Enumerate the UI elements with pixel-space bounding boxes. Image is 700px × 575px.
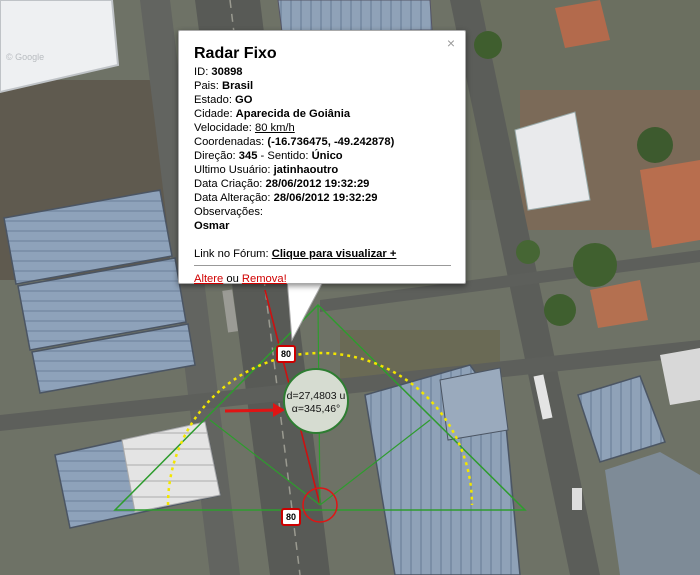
- map-watermark: © Google: [6, 52, 44, 62]
- warehouse-annex: [439, 367, 509, 441]
- row-actions: Altere ou Remova!: [194, 272, 451, 286]
- label-cidade: Cidade:: [194, 108, 236, 120]
- label-observacoes: Observações:: [194, 206, 264, 218]
- value-estado: GO: [235, 94, 253, 106]
- row-coordenadas: Coordenadas: (-16.736475, -49.242878): [194, 135, 451, 149]
- forum-link[interactable]: Clique para visualizar +: [272, 248, 397, 260]
- value-usuario: jatinhaoutro: [273, 164, 339, 176]
- row-usuario: Ultimo Usuário: jatinhaoutro: [194, 163, 451, 177]
- label-id: ID:: [194, 66, 212, 78]
- label-alteracao: Data Alteração:: [194, 192, 274, 204]
- tree: [544, 294, 576, 326]
- label-forum: Link no Fórum:: [194, 248, 272, 260]
- distance-angle-readout: d=27,4803 u α=345,46°: [283, 368, 349, 434]
- tree: [516, 240, 540, 264]
- car: [572, 488, 582, 510]
- value-cidade: Aparecida de Goiânia: [235, 108, 351, 120]
- warehouse-top: [277, 0, 433, 33]
- speed-sign-top[interactable]: 80: [276, 345, 296, 363]
- building-bottom-right: [605, 452, 700, 575]
- edit-link[interactable]: Altere: [194, 273, 223, 285]
- row-pais: Pais: Brasil: [194, 79, 451, 93]
- popup-title: Radar Fixo: [194, 45, 277, 62]
- angle-row: α=345,46°: [285, 403, 347, 416]
- row-id: ID: 30898: [194, 65, 451, 79]
- row-criacao: Data Criação: 28/06/2012 19:32:29: [194, 177, 451, 191]
- close-icon[interactable]: ×: [447, 36, 455, 50]
- value-id: 30898: [211, 66, 243, 78]
- row-cidade: Cidade: Aparecida de Goiânia: [194, 107, 451, 121]
- value-observacoes: Osmar: [194, 219, 451, 233]
- label-coordenadas: Coordenadas:: [194, 136, 268, 148]
- value-criacao: 28/06/2012 19:32:29: [265, 178, 370, 190]
- row-velocidade: Velocidade: 80 km/h: [194, 121, 451, 135]
- value-pais: Brasil: [221, 80, 254, 92]
- distance-text: d=27,4803 u: [286, 390, 346, 402]
- row-alteracao: Data Alteração: 28/06/2012 19:32:29: [194, 191, 451, 205]
- row-estado: Estado: GO: [194, 93, 451, 107]
- label-velocidade: Velocidade:: [194, 122, 255, 134]
- speed-sign-bottom[interactable]: 80: [281, 508, 301, 526]
- tree: [637, 127, 673, 163]
- observacoes-text: Osmar: [194, 220, 230, 232]
- divider: [194, 265, 451, 266]
- label-pais: Pais:: [194, 80, 222, 92]
- label-usuario: Ultimo Usuário:: [194, 164, 274, 176]
- tree: [573, 243, 617, 287]
- value-coordenadas: (-16.736475, -49.242878): [267, 136, 395, 148]
- value-velocidade: 80 km/h: [254, 122, 295, 134]
- label-criacao: Data Criação:: [194, 178, 266, 190]
- value-direcao: 345: [238, 150, 258, 162]
- label-direcao: Direção:: [194, 150, 239, 162]
- remove-link[interactable]: Remova!: [242, 273, 287, 285]
- value-alteracao: 28/06/2012 19:32:29: [273, 192, 378, 204]
- angle-text: =345,46°: [297, 403, 341, 415]
- or-text: ou: [223, 273, 242, 285]
- value-sentido: Único: [311, 150, 343, 162]
- info-window: × Radar Fixo ID: 30898 Pais: Brasil Esta…: [178, 30, 466, 286]
- red-roof-small: [555, 0, 610, 48]
- label-sentido: - Sentido:: [257, 150, 312, 162]
- tree: [474, 31, 502, 59]
- row-forum: Link no Fórum: Clique para visualizar +: [194, 247, 451, 261]
- indicator-arrow: [224, 408, 281, 413]
- row-direcao: Direção: 345 - Sentido: Único: [194, 149, 451, 163]
- label-estado: Estado:: [194, 94, 236, 106]
